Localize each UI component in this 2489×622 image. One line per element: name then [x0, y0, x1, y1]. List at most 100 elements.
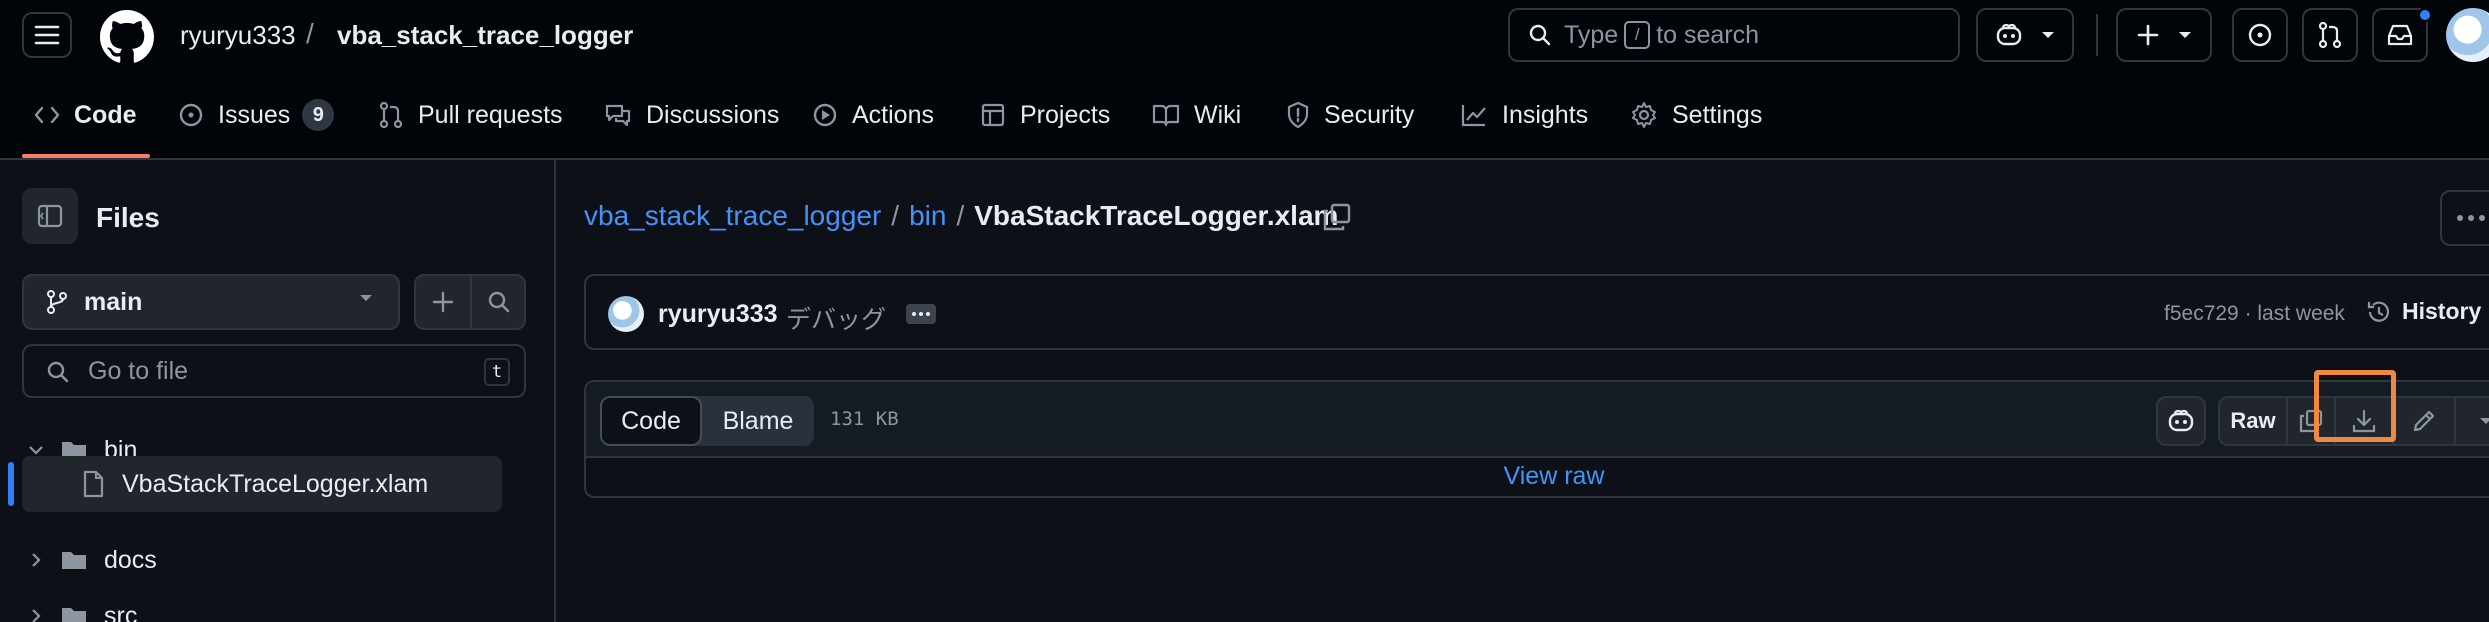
- search-shortcut-key: /: [1624, 21, 1651, 49]
- blame-view-button[interactable]: Blame: [702, 396, 814, 446]
- kebab-horizontal-icon: [2457, 215, 2485, 221]
- file-size: 131 KB: [830, 408, 899, 430]
- pull-requests-button[interactable]: [2302, 8, 2358, 62]
- breadcrumb-repo-link[interactable]: vba_stack_trace_logger: [584, 200, 881, 232]
- go-to-file-placeholder: Go to file: [88, 356, 189, 385]
- commit-meta[interactable]: f5ec729 · last week: [2164, 302, 2345, 326]
- tab-code[interactable]: Code: [34, 70, 137, 160]
- copilot-menu-button[interactable]: [1976, 8, 2074, 62]
- copilot-button[interactable]: [2156, 396, 2206, 446]
- copy-path-button[interactable]: [1322, 202, 1352, 232]
- active-tab-underline: [22, 154, 150, 158]
- edit-options-dropdown[interactable]: [2456, 398, 2489, 444]
- chevron-right-icon: [32, 609, 41, 622]
- history-label: History: [2402, 298, 2482, 324]
- edit-file-button[interactable]: [2394, 398, 2454, 444]
- tree-folder-docs[interactable]: docs: [22, 532, 502, 588]
- chevron-down-icon: [2042, 32, 2054, 38]
- tab-wiki[interactable]: Wiki: [1152, 70, 1241, 160]
- pencil-icon: [2413, 410, 2435, 432]
- owner-link[interactable]: ryuryu333: [180, 20, 296, 51]
- search-files-button[interactable]: [472, 276, 526, 328]
- plus-icon: [432, 291, 454, 313]
- search-input[interactable]: Type / to search: [1508, 8, 1960, 62]
- file-breadcrumb: vba_stack_trace_logger / bin / VbaStackT…: [584, 200, 1338, 232]
- view-raw-link[interactable]: View raw: [586, 462, 2489, 491]
- collapse-sidebar-button[interactable]: [22, 188, 78, 244]
- sidebar-collapse-icon: [37, 204, 63, 228]
- header-divider: [2096, 14, 2098, 56]
- graph-icon: [1461, 105, 1486, 127]
- tree-item-label: src: [104, 601, 138, 622]
- folder-icon: [62, 608, 86, 622]
- discussion-icon: [605, 104, 631, 127]
- commit-author[interactable]: ryuryu333: [658, 300, 778, 329]
- expand-commit-button[interactable]: [906, 304, 936, 324]
- file-actions-group: [414, 274, 526, 330]
- file-viewer-header: Code Blame 131 KB Raw: [586, 370, 2489, 458]
- chevron-down-icon: [2179, 32, 2191, 38]
- notification-indicator: [2418, 8, 2432, 22]
- tab-insights[interactable]: Insights: [1460, 70, 1588, 160]
- tree-file-vbastacktracelogger[interactable]: VbaStackTraceLogger.xlam: [22, 456, 502, 512]
- tab-label: Insights: [1502, 100, 1589, 129]
- gear-icon: [1632, 102, 1656, 128]
- chevron-down-icon: [360, 295, 372, 301]
- search-icon: [47, 361, 69, 383]
- tab-pull-requests[interactable]: Pull requests: [378, 70, 563, 160]
- breadcrumb-separator: /: [306, 18, 314, 49]
- latest-commit-box: ryuryu333 デバッグ f5ec729 · last week Histo…: [584, 274, 2489, 350]
- commit-author-avatar[interactable]: [608, 296, 644, 332]
- breadcrumb-separator: /: [891, 200, 900, 231]
- tab-security[interactable]: Security: [1286, 70, 1414, 160]
- tab-label: Issues: [218, 100, 291, 129]
- search-suffix: to search: [1656, 20, 1760, 49]
- file-icon: [83, 470, 104, 498]
- tab-discussions[interactable]: Discussions: [604, 70, 779, 160]
- tab-actions[interactable]: Actions: [812, 70, 934, 160]
- breadcrumb-dir-link[interactable]: bin: [909, 200, 946, 232]
- folder-icon: [62, 552, 86, 569]
- create-new-button[interactable]: [2116, 8, 2212, 62]
- repo-nav: Code Issues 9 Pull requests Discussions …: [0, 70, 2489, 160]
- search-prefix: Type: [1564, 20, 1619, 49]
- book-icon: [1152, 104, 1180, 127]
- tab-issues[interactable]: Issues 9: [178, 70, 335, 160]
- tab-label: Security: [1324, 100, 1415, 129]
- inbox-icon: [2387, 24, 2413, 46]
- breadcrumb-file-name: VbaStackTraceLogger.xlam: [974, 200, 1339, 231]
- menu-button[interactable]: [22, 12, 72, 58]
- raw-button[interactable]: Raw: [2220, 398, 2286, 444]
- more-options-button[interactable]: [2440, 190, 2489, 246]
- branch-name: main: [84, 287, 143, 316]
- user-avatar[interactable]: [2446, 8, 2489, 62]
- github-logo-icon[interactable]: [100, 10, 154, 64]
- branch-selector[interactable]: main: [22, 274, 400, 330]
- tree-folder-src[interactable]: src: [22, 588, 502, 622]
- go-to-file-shortcut: t: [484, 358, 510, 386]
- history-button[interactable]: History: [2366, 298, 2481, 325]
- commit-message[interactable]: デバッグ: [786, 300, 886, 336]
- issues-button[interactable]: [2232, 8, 2288, 62]
- chevron-down-icon: [2480, 418, 2489, 424]
- copilot-icon: [2168, 409, 2194, 432]
- go-to-file-input[interactable]: Go to file t: [22, 344, 526, 398]
- tree-item-label: docs: [104, 545, 157, 574]
- add-file-button[interactable]: [416, 276, 470, 328]
- issue-icon: [2248, 23, 2272, 47]
- tab-settings[interactable]: Settings: [1630, 70, 1762, 160]
- tab-projects[interactable]: Projects: [980, 70, 1110, 160]
- copilot-icon: [1996, 23, 2022, 46]
- chevron-down-icon: [29, 446, 43, 455]
- tree-item-label: VbaStackTraceLogger.xlam: [122, 469, 429, 498]
- code-view-button[interactable]: Code: [600, 396, 702, 446]
- tab-label: Projects: [1020, 100, 1111, 129]
- chevron-right-icon: [32, 553, 41, 567]
- pull-request-icon: [379, 101, 403, 129]
- copy-icon: [1323, 203, 1351, 231]
- issues-count-badge: 9: [302, 99, 335, 131]
- repo-link[interactable]: vba_stack_trace_logger: [337, 20, 633, 51]
- view-mode-toggle: Code Blame: [600, 396, 814, 446]
- pull-request-icon: [2318, 21, 2342, 49]
- tab-label: Code: [74, 100, 137, 129]
